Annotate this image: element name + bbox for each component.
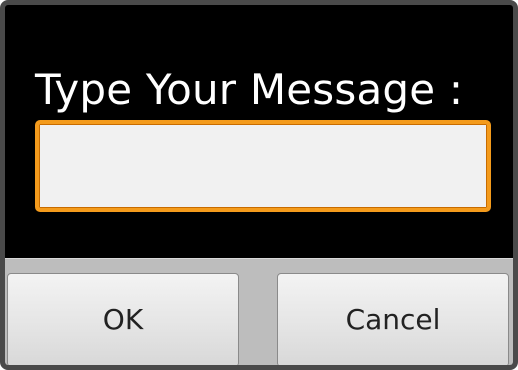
button-bar: OK Cancel xyxy=(5,258,513,365)
message-dialog: Type Your Message : OK Cancel xyxy=(0,0,518,370)
cancel-button[interactable]: Cancel xyxy=(277,273,509,365)
dialog-title: Type Your Message : xyxy=(35,65,464,114)
message-input[interactable] xyxy=(35,120,491,212)
ok-button[interactable]: OK xyxy=(7,273,239,365)
